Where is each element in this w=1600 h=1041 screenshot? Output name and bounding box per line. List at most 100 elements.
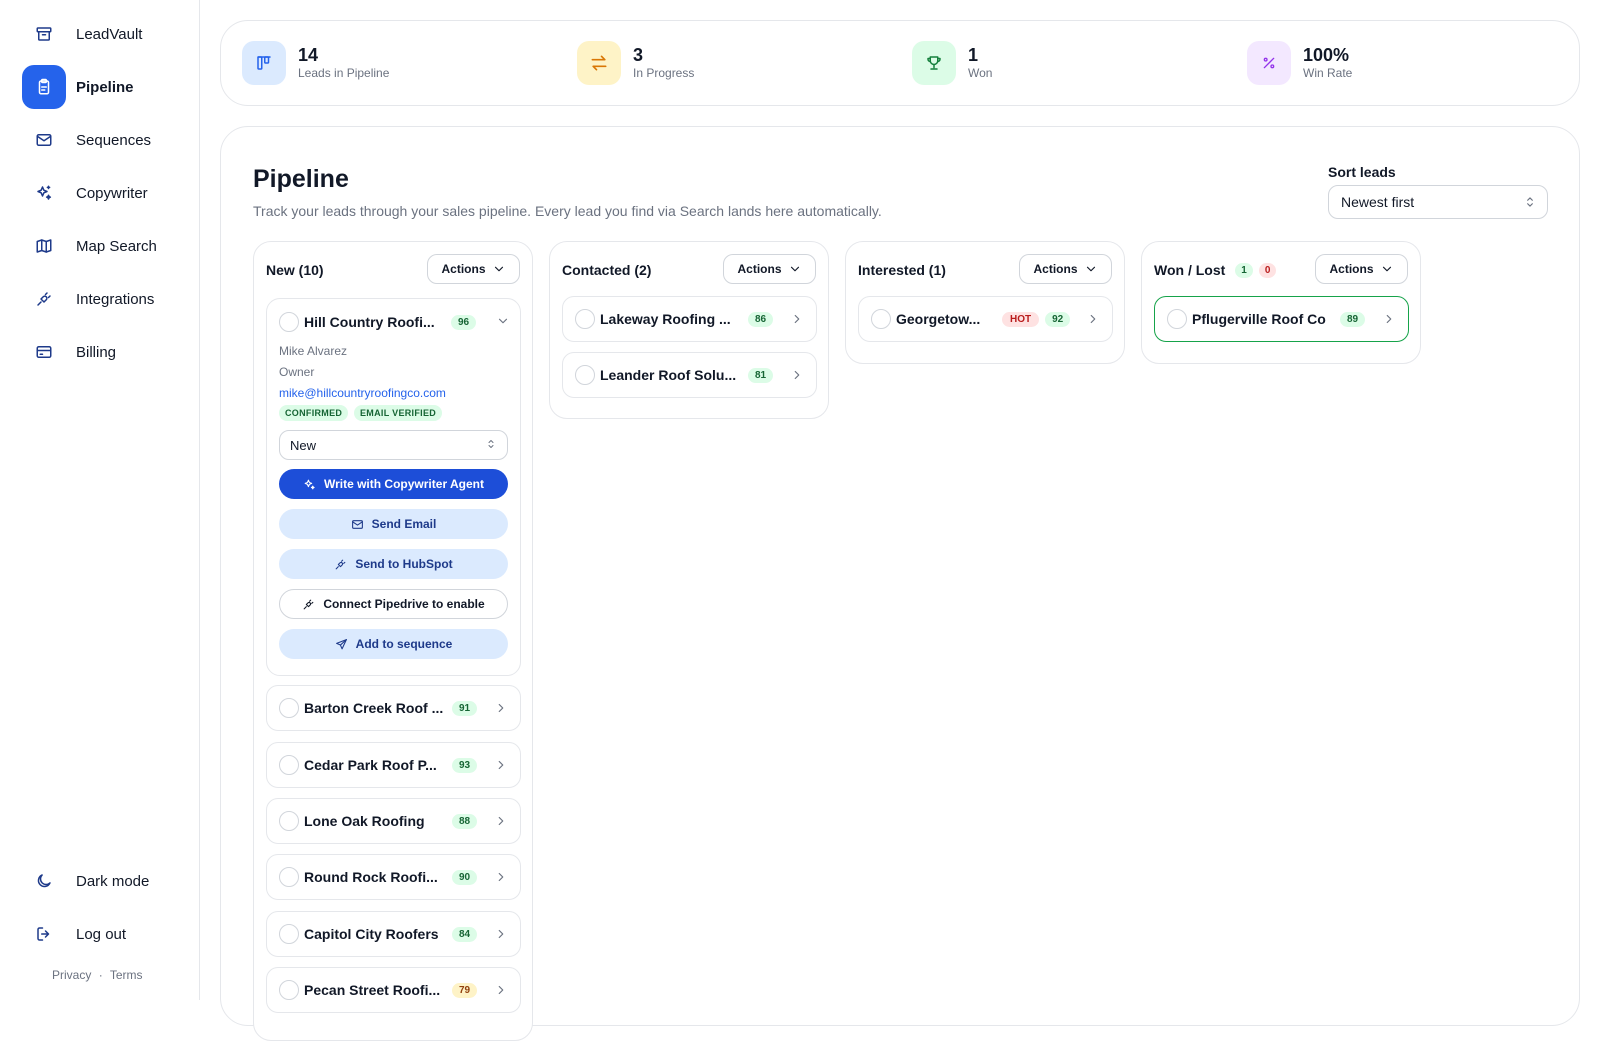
page-subtitle: Track your leads through your sales pipe… [253,203,882,219]
lead-score: 91 [452,700,478,716]
lead-select-radio[interactable] [575,365,595,385]
chevron-right-icon[interactable] [1382,312,1396,326]
lead-select-radio[interactable] [279,867,299,887]
lead-select-radio[interactable] [279,755,299,775]
chevron-right-icon[interactable] [494,983,508,997]
write-with-copywriter-button[interactable]: Write with Copywriter Agent [279,469,508,499]
lead-card[interactable]: Leander Roof Solu... 81 [562,352,817,398]
stat-label: Won [968,66,993,80]
lead-score: 89 [1340,311,1366,327]
sidebar-item-copywriter[interactable]: Copywriter [22,171,192,215]
stat-won: 1 Won [912,41,992,85]
chevron-right-icon[interactable] [494,758,508,772]
chevron-right-icon[interactable] [1086,312,1100,326]
lead-name: Leander Roof Solu... [600,367,737,383]
plug-icon [303,599,314,609]
lead-select-radio[interactable] [575,309,595,329]
lead-select-radio[interactable] [1167,309,1187,329]
chevron-right-icon[interactable] [494,927,508,941]
chevron-right-icon[interactable] [494,870,508,884]
lead-select-radio[interactable] [279,811,299,831]
column-title: Won / Lost [1154,262,1226,278]
lead-select-radio[interactable] [279,980,299,1000]
stage-select[interactable]: New [279,430,508,460]
sidebar-item-map-search[interactable]: Map Search [22,224,192,268]
chevron-right-icon[interactable] [790,368,804,382]
sidebar-item-integrations[interactable]: Integrations [22,277,192,321]
lead-card[interactable]: Lakeway Roofing ... 86 [562,296,817,342]
footer-links: Privacy · Terms [52,968,142,982]
button-label: Add to sequence [355,637,453,651]
plug-icon [335,559,346,569]
column-new: New (10) Actions Hill Country Roofi... 9… [253,241,533,1041]
lead-card[interactable]: Lone Oak Roofing 88 [266,798,521,844]
stage-value: New [290,437,317,453]
lead-card[interactable]: Pecan Street Roofi... 79 [266,967,521,1013]
separator: · [98,968,103,982]
lead-select-radio[interactable] [279,924,299,944]
stat-label: Win Rate [1303,66,1353,80]
column-title: Interested (1) [858,262,946,278]
lead-card[interactable]: Cedar Park Roof P... 93 [266,742,521,788]
actions-button[interactable]: Actions [723,254,816,284]
logout-label: Log out [76,925,127,943]
terms-link[interactable]: Terms [110,968,143,982]
sort-label: Sort leads [1328,164,1396,180]
lead-name: Capitol City Roofers [304,926,439,942]
lead-card[interactable]: Barton Creek Roof ... 91 [266,685,521,731]
sort-value: Newest first [1341,194,1415,210]
lead-select-radio[interactable] [279,312,299,332]
logout-button[interactable]: Log out [22,912,192,956]
stat-value: 3 [633,45,644,65]
lead-card[interactable]: Round Rock Roofi... 90 [266,854,521,900]
brand-logo[interactable]: LeadVault [22,12,192,56]
sidebar-item-label: Pipeline [76,78,134,96]
connect-pipedrive-button[interactable]: Connect Pipedrive to enable [279,589,508,619]
actions-button[interactable]: Actions [427,254,520,284]
sidebar-item-label: Copywriter [76,184,148,202]
kanban-icon [242,41,286,85]
lead-card-won[interactable]: Pflugerville Roof Co 89 [1154,296,1409,342]
column-interested: Interested (1) Actions Georgetow... HOT … [845,241,1125,364]
lead-select-radio[interactable] [871,309,891,329]
lead-card[interactable]: Capitol City Roofers 84 [266,911,521,957]
lead-name: Hill Country Roofi... [304,314,435,330]
chevron-down-icon [1382,266,1391,272]
chevron-right-icon[interactable] [494,701,508,715]
actions-button[interactable]: Actions [1315,254,1408,284]
button-label: Send Email [371,517,437,531]
arrows-swap-icon [577,41,621,85]
archive-icon [22,12,66,56]
hot-badge: HOT [1002,311,1040,327]
lead-card-header[interactable]: Hill Country Roofi... 96 [267,299,522,345]
lead-card-expanded: Hill Country Roofi... 96 Mike Alvarez Ow… [266,298,521,676]
actions-label: Actions [1033,262,1078,276]
contact-email-link[interactable]: mike@hillcountryroofingco.com [279,386,446,400]
lead-score: 79 [452,982,478,998]
button-label: Connect Pipedrive to enable [323,597,485,611]
send-email-button[interactable]: Send Email [279,509,508,539]
actions-button[interactable]: Actions [1019,254,1112,284]
sort-select[interactable]: Newest first [1328,185,1548,219]
page-title: Pipeline [253,165,349,193]
actions-label: Actions [1329,262,1374,276]
lead-select-radio[interactable] [279,698,299,718]
chevron-down-icon[interactable] [496,314,510,328]
lost-count-badge: 0 [1258,262,1277,278]
stat-leads-in-pipeline: 14 Leads in Pipeline [242,41,389,85]
chevron-right-icon[interactable] [494,814,508,828]
sidebar-item-pipeline[interactable]: Pipeline [22,65,192,109]
lead-score: 90 [452,869,478,885]
privacy-link[interactable]: Privacy [52,968,91,982]
lead-card[interactable]: Georgetow... HOT 92 [858,296,1113,342]
sidebar-item-billing[interactable]: Billing [22,330,192,374]
sidebar-item-sequences[interactable]: Sequences [22,118,192,162]
percent-icon [1247,41,1291,85]
chevron-right-icon[interactable] [790,312,804,326]
add-to-sequence-button[interactable]: Add to sequence [279,629,508,659]
dark-mode-toggle[interactable]: Dark mode [22,859,192,903]
send-to-hubspot-button[interactable]: Send to HubSpot [279,549,508,579]
actions-label: Actions [441,262,486,276]
lead-name: Georgetow... [896,311,981,327]
contact-role: Owner [279,365,315,379]
